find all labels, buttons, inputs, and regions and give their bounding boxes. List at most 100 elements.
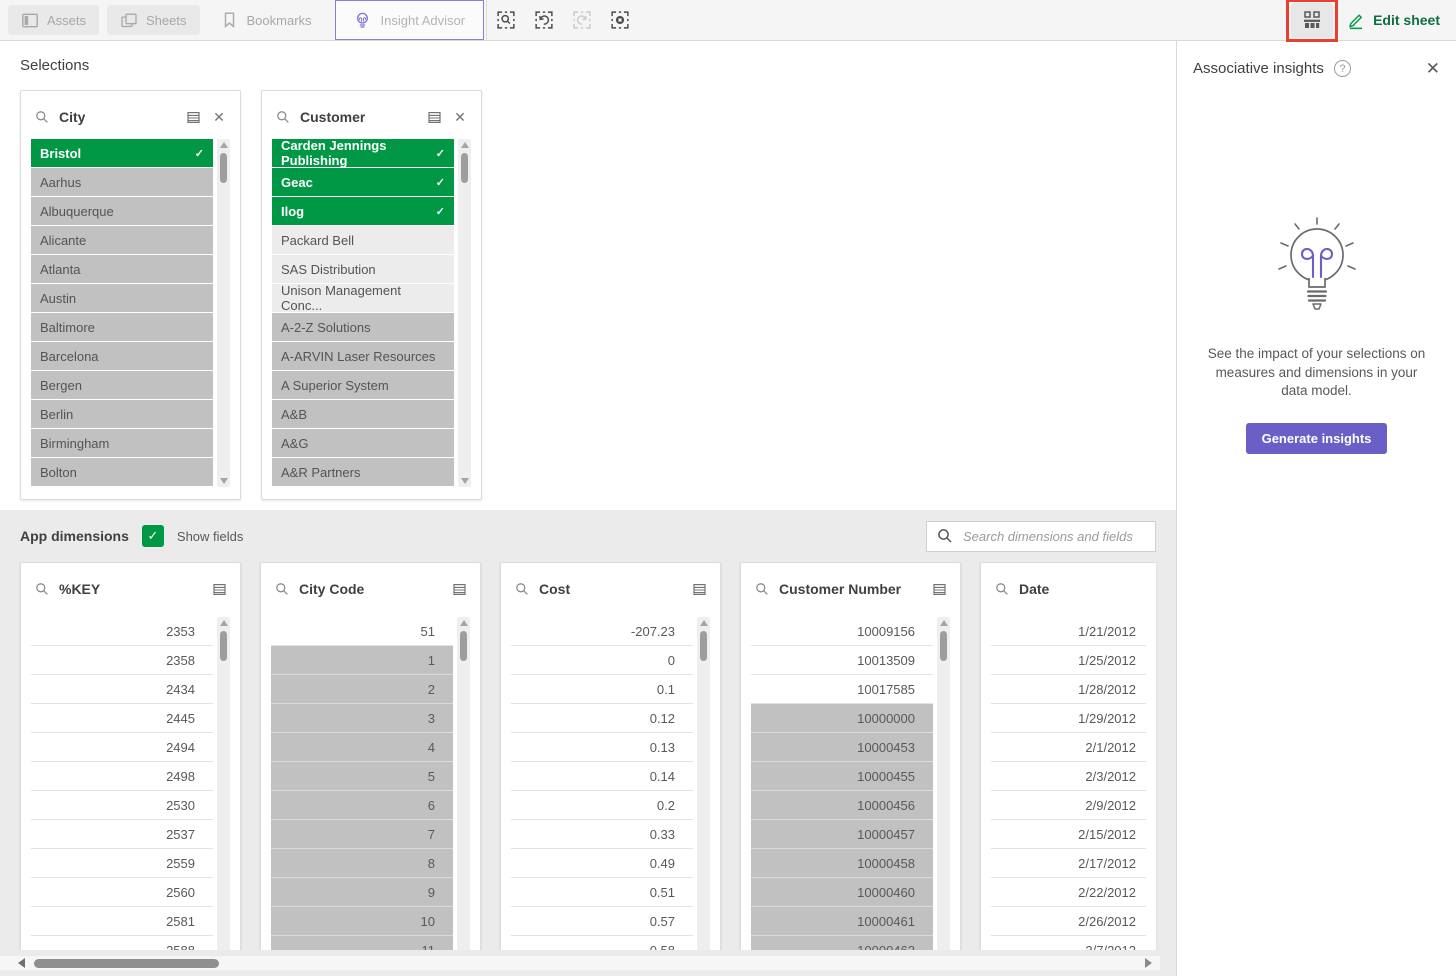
horizontal-scroll-thumb[interactable] <box>34 959 219 968</box>
help-icon[interactable]: ? <box>1334 60 1351 77</box>
list-item[interactable]: Atlanta <box>31 255 213 283</box>
scroll-down-icon[interactable] <box>220 478 228 484</box>
vertical-scrollbar[interactable] <box>217 139 230 487</box>
close-icon[interactable]: ✕ <box>210 108 228 126</box>
list-menu-icon[interactable] <box>210 580 228 598</box>
list-item[interactable]: Unison Management Conc... <box>272 284 454 312</box>
show-fields-checkbox[interactable]: ✓ <box>142 525 164 547</box>
field-value-item[interactable]: -207.23 <box>511 617 693 646</box>
field-value-item[interactable]: 2537 <box>31 820 213 849</box>
field-value-item[interactable]: 10000462 <box>751 936 933 950</box>
field-value-item[interactable]: 10009156 <box>751 617 933 646</box>
list-menu-icon[interactable] <box>450 580 468 598</box>
field-value-item[interactable]: 2/26/2012 <box>991 907 1146 936</box>
list-item[interactable]: Ilog✓ <box>272 197 454 225</box>
field-value-item[interactable]: 0.49 <box>511 849 693 878</box>
field-value-item[interactable]: 2494 <box>31 733 213 762</box>
field-value-item[interactable]: 0.57 <box>511 907 693 936</box>
field-value-item[interactable]: 2/15/2012 <box>991 820 1146 849</box>
list-item[interactable]: Geac✓ <box>272 168 454 196</box>
dimensions-search-input[interactable] <box>961 528 1145 545</box>
list-item[interactable]: A&G <box>272 429 454 457</box>
sheets-button[interactable]: Sheets <box>107 5 199 35</box>
undo-selection-button[interactable] <box>525 0 563 40</box>
field-value-item[interactable]: 2530 <box>31 791 213 820</box>
field-value-item[interactable]: 0 <box>511 646 693 675</box>
field-value-item[interactable]: 8 <box>271 849 453 878</box>
close-icon[interactable]: ✕ <box>1426 60 1440 77</box>
clear-selections-button[interactable] <box>601 0 639 40</box>
field-value-item[interactable]: 9 <box>271 878 453 907</box>
vertical-scrollbar[interactable] <box>457 617 470 950</box>
field-value-item[interactable]: 2353 <box>31 617 213 646</box>
list-item[interactable]: Carden Jennings Publishing✓ <box>272 139 454 167</box>
list-item[interactable]: A&R Partners <box>272 458 454 486</box>
edit-sheet-button[interactable]: Edit sheet <box>1347 11 1440 29</box>
scroll-up-icon[interactable] <box>700 620 708 626</box>
field-value-item[interactable]: 4 <box>271 733 453 762</box>
field-value-item[interactable]: 1 <box>271 646 453 675</box>
field-value-item[interactable]: 11 <box>271 936 453 950</box>
vertical-scroll-thumb[interactable] <box>461 153 468 183</box>
field-value-item[interactable]: 2498 <box>31 762 213 791</box>
selections-tool-button[interactable] <box>1291 3 1333 38</box>
list-item[interactable]: Austin <box>31 284 213 312</box>
field-value-item[interactable]: 10017585 <box>751 675 933 704</box>
field-value-item[interactable]: 51 <box>271 617 453 646</box>
field-value-item[interactable]: 1/28/2012 <box>991 675 1146 704</box>
field-value-item[interactable]: 2/3/2012 <box>991 762 1146 791</box>
scroll-up-icon[interactable] <box>460 620 468 626</box>
field-value-item[interactable]: 2588 <box>31 936 213 950</box>
list-item[interactable]: Bristol✓ <box>31 139 213 167</box>
field-value-item[interactable]: 10000460 <box>751 878 933 907</box>
field-value-item[interactable]: 3 <box>271 704 453 733</box>
scroll-up-icon[interactable] <box>461 142 469 148</box>
bookmarks-button[interactable]: Bookmarks <box>208 5 325 35</box>
field-value-item[interactable]: 10000453 <box>751 733 933 762</box>
field-value-item[interactable]: 2/9/2012 <box>991 791 1146 820</box>
field-value-item[interactable]: 10000458 <box>751 849 933 878</box>
field-value-item[interactable]: 6 <box>271 791 453 820</box>
list-item[interactable]: A-ARVIN Laser Resources <box>272 342 454 370</box>
scroll-down-icon[interactable] <box>461 478 469 484</box>
list-item[interactable]: A&B <box>272 400 454 428</box>
list-menu-icon[interactable] <box>425 108 443 126</box>
field-value-item[interactable]: 10000461 <box>751 907 933 936</box>
list-item[interactable]: Alicante <box>31 226 213 254</box>
list-item[interactable]: Birmingham <box>31 429 213 457</box>
field-value-item[interactable]: 2559 <box>31 849 213 878</box>
field-value-item[interactable]: 0.1 <box>511 675 693 704</box>
scroll-up-icon[interactable] <box>220 620 228 626</box>
list-menu-icon[interactable] <box>184 108 202 126</box>
list-item[interactable]: Bolton <box>31 458 213 486</box>
scroll-up-icon[interactable] <box>940 620 948 626</box>
vertical-scrollbar[interactable] <box>217 617 230 950</box>
field-value-item[interactable]: 2/1/2012 <box>991 733 1146 762</box>
close-icon[interactable]: ✕ <box>451 108 469 126</box>
list-item[interactable]: A Superior System <box>272 371 454 399</box>
list-item[interactable]: Bergen <box>31 371 213 399</box>
field-value-item[interactable]: 10 <box>271 907 453 936</box>
field-value-item[interactable]: 0.33 <box>511 820 693 849</box>
field-value-item[interactable]: 2/22/2012 <box>991 878 1146 907</box>
scroll-right-icon[interactable] <box>1145 958 1152 968</box>
field-value-item[interactable]: 1/29/2012 <box>991 704 1146 733</box>
field-value-item[interactable]: 0.14 <box>511 762 693 791</box>
field-value-item[interactable]: 0.13 <box>511 733 693 762</box>
vertical-scrollbar[interactable] <box>697 617 710 950</box>
vertical-scroll-thumb[interactable] <box>700 631 707 661</box>
field-value-item[interactable]: 1/25/2012 <box>991 646 1146 675</box>
field-value-item[interactable]: 5 <box>271 762 453 791</box>
vertical-scroll-thumb[interactable] <box>940 631 947 661</box>
list-item[interactable]: Aarhus <box>31 168 213 196</box>
field-value-item[interactable]: 3/7/2012 <box>991 936 1146 950</box>
vertical-scroll-thumb[interactable] <box>220 631 227 661</box>
vertical-scrollbar[interactable] <box>937 617 950 950</box>
field-value-item[interactable]: 0.12 <box>511 704 693 733</box>
field-value-item[interactable]: 2445 <box>31 704 213 733</box>
field-value-item[interactable]: 0.2 <box>511 791 693 820</box>
vertical-scroll-thumb[interactable] <box>460 631 467 661</box>
list-item[interactable]: Barcelona <box>31 342 213 370</box>
field-value-item[interactable]: 1/21/2012 <box>991 617 1146 646</box>
generate-insights-button[interactable]: Generate insights <box>1246 423 1388 454</box>
